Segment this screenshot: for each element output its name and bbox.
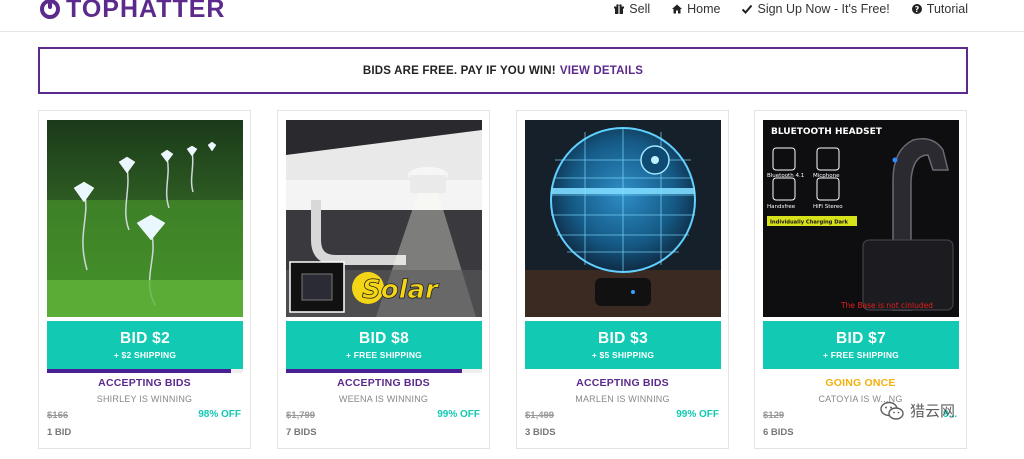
auction-status: ACCEPTING BIDS [576, 377, 669, 389]
discount-label: 99% OFF [437, 409, 480, 420]
svg-text:?: ? [914, 5, 919, 14]
headset-caption-label: The Base is not cinluded [840, 301, 933, 310]
nav-signup-label: Sign Up Now - It's Free! [757, 2, 890, 16]
tophat-logo-icon [40, 0, 60, 19]
bid-count: 6 BIDS [763, 427, 794, 438]
discount-label: 98% OFF [198, 409, 241, 420]
bluetooth-headset-image: BLUETOOTH HEADSET Bluetooth 4.1 Micphone… [763, 120, 959, 317]
product-image[interactable] [47, 120, 243, 317]
logo-text: TOPHATTER [66, 0, 226, 23]
auction-card[interactable]: Solar BID $8 + FREE SHIPPING ACCEPTING B… [277, 110, 490, 449]
discount-label: 99% OFF [676, 409, 719, 420]
winning-bidder: MARLEN IS WINNING [575, 394, 670, 404]
progress-fill [286, 369, 463, 373]
wechat-icon [880, 401, 904, 420]
feature-handsfree-label: Handsfree [767, 204, 796, 210]
bid-count: 3 BIDS [525, 427, 556, 438]
garden-lights-image [47, 120, 243, 317]
watermark-text: 猎云网 [910, 403, 956, 420]
shipping-label: + $5 SHIPPING [591, 350, 655, 360]
feature-bluetooth-label: Bluetooth 4.1 [767, 173, 804, 179]
bid-amount: BID $7 [835, 330, 887, 347]
product-image[interactable]: Solar [286, 120, 482, 317]
bid-amount: BID $8 [358, 330, 410, 347]
auction-card[interactable]: BLUETOOTH HEADSET Bluetooth 4.1 Micphone… [754, 110, 967, 449]
bid-amount: BID $2 [119, 330, 171, 347]
auction-progress-bar [47, 369, 243, 373]
nav-home-label: Home [687, 2, 721, 16]
nav-sell[interactable]: Sell [614, 2, 650, 16]
product-image[interactable]: BLUETOOTH HEADSET Bluetooth 4.1 Micphone… [763, 120, 959, 317]
shipping-label: + FREE SHIPPING [823, 350, 899, 360]
original-price: $1,499 [525, 410, 555, 421]
check-icon [742, 4, 753, 14]
gutter-light-image: Solar [286, 120, 482, 317]
product-image[interactable] [525, 120, 721, 317]
promo-banner: BIDS ARE FREE. PAY IF YOU WIN! VIEW DETA… [38, 47, 968, 94]
headset-image-title: BLUETOOTH HEADSET [771, 127, 883, 137]
top-bar: TOPHATTER Sell Home Sign Up Now - It's F… [0, 0, 1024, 32]
tophatter-logo[interactable]: TOPHATTER [40, 0, 225, 24]
auction-card[interactable]: BID $3 + $5 SHIPPING ACCEPTING BIDS MARL… [516, 110, 729, 449]
view-details-link[interactable]: VIEW DETAILS [560, 65, 643, 77]
auction-status: ACCEPTING BIDS [98, 377, 191, 389]
solar-image-label: Solar [362, 275, 440, 305]
feature-micphone-label: Micphone [813, 173, 840, 179]
nav-home[interactable]: Home [672, 2, 720, 16]
original-price: $129 [763, 410, 785, 421]
bid-count: 7 BIDS [286, 427, 317, 438]
headset-tag-label: Individually Charging Dark [770, 220, 849, 226]
bid-button[interactable]: BID $3 + $5 SHIPPING [525, 321, 721, 369]
winning-bidder: SHIRLEY IS WINNING [96, 394, 193, 404]
nav-signup[interactable]: Sign Up Now - It's Free! [742, 2, 890, 16]
death-star-lamp-image [525, 120, 721, 317]
top-nav: Sell Home Sign Up Now - It's Free! ? Tut… [614, 2, 968, 16]
bid-button[interactable]: BID $7 + FREE SHIPPING [763, 321, 959, 369]
banner-text: BIDS ARE FREE. PAY IF YOU WIN! [362, 64, 556, 77]
bid-count: 1 BID [47, 427, 72, 438]
bid-button[interactable]: BID $8 + FREE SHIPPING [286, 321, 482, 369]
bid-amount: BID $3 [597, 330, 649, 347]
gift-icon [614, 4, 625, 14]
auction-progress-bar [286, 369, 482, 373]
nav-sell-label: Sell [629, 2, 651, 16]
winning-bidder: WEENA IS WINNING [338, 394, 429, 404]
auction-card[interactable]: BID $2 + $2 SHIPPING ACCEPTING BIDS SHIR… [38, 110, 251, 449]
shipping-label: + $2 SHIPPING [113, 350, 177, 360]
home-icon [672, 4, 683, 14]
auction-status: GOING ONCE [825, 377, 896, 389]
question-icon: ? [911, 4, 922, 14]
original-price: $166 [47, 410, 69, 421]
auction-status: ACCEPTING BIDS [337, 377, 430, 389]
progress-fill [47, 369, 232, 373]
nav-tutorial[interactable]: ? Tutorial [911, 2, 968, 16]
watermark: 猎云网 [880, 400, 955, 421]
feature-hifi-label: HiFi Stereo [813, 204, 843, 210]
original-price: $1,799 [286, 410, 316, 421]
nav-tutorial-label: Tutorial [926, 2, 968, 16]
bid-button[interactable]: BID $2 + $2 SHIPPING [47, 321, 243, 369]
shipping-label: + FREE SHIPPING [346, 350, 422, 360]
